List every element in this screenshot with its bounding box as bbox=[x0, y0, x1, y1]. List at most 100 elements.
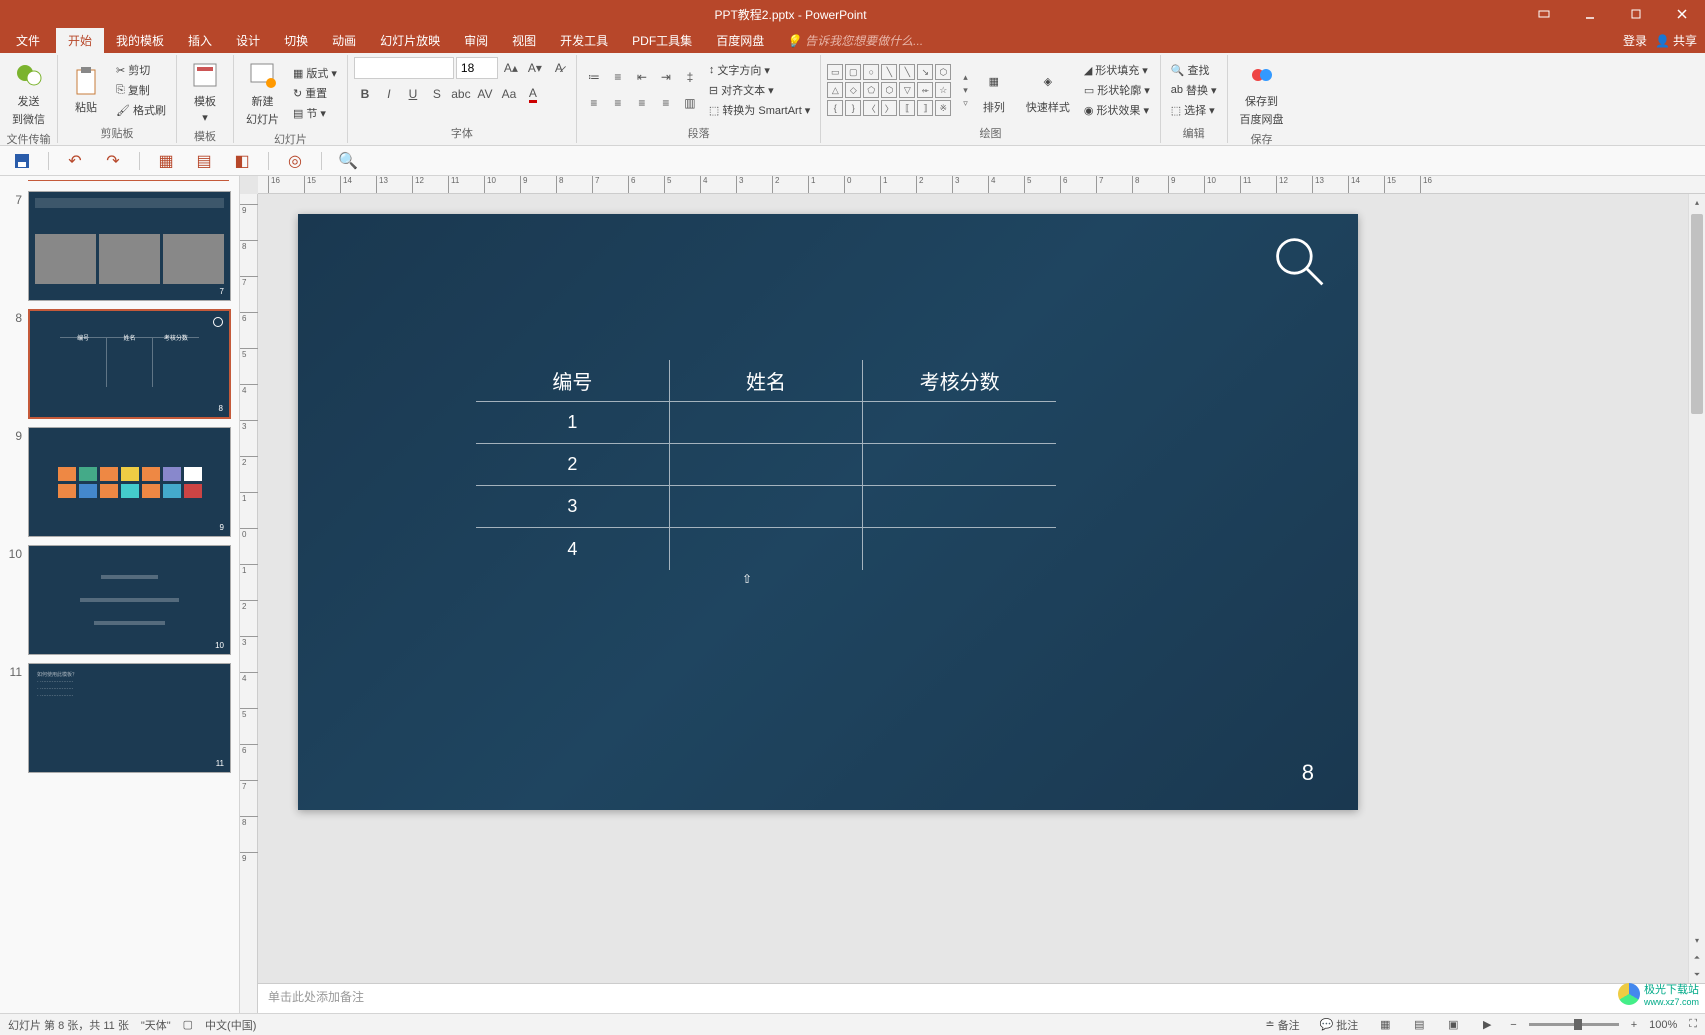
decrease-font-icon[interactable]: A▾ bbox=[524, 57, 546, 79]
font-size-input[interactable]: 18 bbox=[456, 57, 498, 79]
underline-icon[interactable]: U bbox=[402, 83, 424, 105]
redo-icon[interactable]: ↷ bbox=[101, 149, 125, 173]
zoom-out-icon[interactable]: − bbox=[1510, 1019, 1516, 1031]
bullets-icon[interactable]: ≔ bbox=[583, 66, 605, 88]
line-spacing-icon[interactable]: ‡ bbox=[679, 66, 701, 88]
language-indicator[interactable]: 中文(中国) bbox=[205, 1017, 256, 1033]
reset-button[interactable]: ↻重置 bbox=[289, 84, 341, 102]
shape-outline-button[interactable]: ▭形状轮廓▾ bbox=[1080, 81, 1154, 99]
paste-button[interactable]: 粘贴 bbox=[64, 63, 108, 117]
align-right-icon[interactable]: ≡ bbox=[631, 92, 653, 114]
sorter-view-icon[interactable]: ▤ bbox=[1408, 1016, 1430, 1034]
tab-design[interactable]: 设计 bbox=[224, 28, 272, 53]
replace-button[interactable]: ab替换▾ bbox=[1167, 81, 1221, 99]
layout-button[interactable]: ▦版式▾ bbox=[289, 64, 341, 82]
tab-file[interactable]: 文件 bbox=[0, 28, 56, 53]
slide-thumbnails-panel[interactable]: 7 7 8 编号姓名考核分数 8 9 9 10 10 11 bbox=[0, 176, 240, 1013]
qat-icon-3[interactable]: ◧ bbox=[230, 149, 254, 173]
reading-view-icon[interactable]: ▣ bbox=[1442, 1016, 1464, 1034]
thumbnail-9[interactable]: 9 9 bbox=[0, 423, 239, 541]
normal-view-icon[interactable]: ▦ bbox=[1374, 1016, 1396, 1034]
tab-review[interactable]: 审阅 bbox=[452, 28, 500, 53]
table-header-2[interactable]: 姓名 bbox=[670, 360, 864, 401]
italic-icon[interactable]: I bbox=[378, 83, 400, 105]
tell-me-search[interactable]: 💡 告诉我您想要做什么... bbox=[776, 28, 933, 53]
close-icon[interactable] bbox=[1659, 0, 1705, 28]
cut-button[interactable]: ✂剪切 bbox=[112, 61, 170, 79]
template-button[interactable]: 模板▾ bbox=[183, 57, 227, 126]
slide-table[interactable]: 编号 姓名 考核分数 1 2 3 4 bbox=[476, 360, 1056, 570]
tab-pdftools[interactable]: PDF工具集 bbox=[620, 28, 704, 53]
tab-devtools[interactable]: 开发工具 bbox=[548, 28, 620, 53]
align-left-icon[interactable]: ≡ bbox=[583, 92, 605, 114]
share-button[interactable]: 👤共享 bbox=[1655, 32, 1697, 49]
scroll-thumb[interactable] bbox=[1691, 214, 1703, 414]
new-slide-button[interactable]: 新建幻灯片 bbox=[240, 57, 285, 129]
smartart-button[interactable]: ⬚转换为 SmartArt▾ bbox=[705, 101, 814, 119]
quick-styles-button[interactable]: ◈快速样式 bbox=[1020, 63, 1076, 117]
tab-baidu[interactable]: 百度网盘 bbox=[704, 28, 776, 53]
qat-icon-4[interactable]: ◎ bbox=[283, 149, 307, 173]
align-center-icon[interactable]: ≡ bbox=[607, 92, 629, 114]
zoom-slider[interactable] bbox=[1529, 1023, 1619, 1026]
font-family-input[interactable] bbox=[354, 57, 454, 79]
ribbon-options-icon[interactable] bbox=[1521, 0, 1567, 28]
shapes-gallery[interactable]: ▭▢○╲╲↘⬡ △◇⬠⬡▽⬰☆ {}〈〉⟦⟧※ bbox=[827, 64, 955, 116]
thumbnail-11[interactable]: 11 如何使用此模板？· ····················· ·····… bbox=[0, 659, 239, 777]
save-to-baidu-button[interactable]: 保存到百度网盘 bbox=[1234, 57, 1290, 129]
slide-canvas[interactable]: 编号 姓名 考核分数 1 2 3 4 ⇧ 8 bbox=[258, 194, 1705, 983]
tab-view[interactable]: 视图 bbox=[500, 28, 548, 53]
spacing-icon[interactable]: AV bbox=[474, 83, 496, 105]
table-cell[interactable]: 3 bbox=[476, 486, 670, 527]
tab-animation[interactable]: 动画 bbox=[320, 28, 368, 53]
shape-effects-button[interactable]: ◉形状效果▾ bbox=[1080, 101, 1154, 119]
tab-mytemplate[interactable]: 我的模板 bbox=[104, 28, 176, 53]
increase-font-icon[interactable]: A▴ bbox=[500, 57, 522, 79]
columns-icon[interactable]: ▥ bbox=[679, 92, 701, 114]
text-direction-button[interactable]: ↕文字方向▾ bbox=[705, 61, 814, 79]
table-header-3[interactable]: 考核分数 bbox=[863, 360, 1056, 401]
tab-home[interactable]: 开始 bbox=[56, 28, 104, 53]
minimize-icon[interactable] bbox=[1567, 0, 1613, 28]
thumbnail-8[interactable]: 8 编号姓名考核分数 8 bbox=[0, 305, 239, 423]
thumbnail-7[interactable]: 7 7 bbox=[0, 187, 239, 305]
find-button[interactable]: 🔍查找 bbox=[1167, 61, 1221, 79]
tab-insert[interactable]: 插入 bbox=[176, 28, 224, 53]
tab-slideshow[interactable]: 幻灯片放映 bbox=[368, 28, 452, 53]
qat-icon-1[interactable]: ▦ bbox=[154, 149, 178, 173]
select-button[interactable]: ⬚选择▾ bbox=[1167, 101, 1221, 119]
justify-icon[interactable]: ≡ bbox=[655, 92, 677, 114]
section-button[interactable]: ▤节▾ bbox=[289, 104, 341, 122]
format-painter-button[interactable]: 🖌格式刷 bbox=[112, 101, 170, 119]
arrange-button[interactable]: ▦排列 bbox=[972, 63, 1016, 117]
save-icon[interactable] bbox=[10, 149, 34, 173]
align-text-button[interactable]: ⊟对齐文本▾ bbox=[705, 81, 814, 99]
thumbnail-10[interactable]: 10 10 bbox=[0, 541, 239, 659]
table-cell[interactable]: 1 bbox=[476, 402, 670, 443]
spell-check-icon[interactable]: ▢ bbox=[183, 1018, 193, 1031]
zoom-level[interactable]: 100% bbox=[1649, 1019, 1677, 1031]
slideshow-view-icon[interactable]: ▶ bbox=[1476, 1016, 1498, 1034]
clear-format-icon[interactable]: A̷ bbox=[548, 57, 570, 79]
strike-icon[interactable]: S bbox=[426, 83, 448, 105]
comments-toggle[interactable]: 💬批注 bbox=[1316, 1017, 1363, 1033]
prev-slide-icon[interactable]: ⏶ bbox=[1689, 949, 1705, 966]
scroll-down-icon[interactable]: ▾ bbox=[1689, 932, 1705, 949]
notes-toggle[interactable]: ≐备注 bbox=[1261, 1017, 1303, 1033]
shape-fill-button[interactable]: ◢形状填充▾ bbox=[1080, 61, 1154, 79]
undo-icon[interactable]: ↶ bbox=[63, 149, 87, 173]
shadow-icon[interactable]: abc bbox=[450, 83, 472, 105]
font-color-icon[interactable]: A bbox=[522, 83, 544, 105]
table-header-1[interactable]: 编号 bbox=[476, 360, 670, 401]
fit-window-icon[interactable]: ⛶ bbox=[1689, 1018, 1697, 1031]
numbering-icon[interactable]: ≡ bbox=[607, 66, 629, 88]
login-button[interactable]: 登录 bbox=[1623, 32, 1647, 49]
tab-transition[interactable]: 切换 bbox=[272, 28, 320, 53]
maximize-icon[interactable] bbox=[1613, 0, 1659, 28]
zoom-in-icon[interactable]: + bbox=[1631, 1019, 1637, 1031]
copy-button[interactable]: ⎘复制 bbox=[112, 81, 170, 99]
notes-pane[interactable]: 单击此处添加备注 bbox=[258, 983, 1705, 1013]
table-cell[interactable]: 4 bbox=[476, 528, 670, 570]
qat-icon-2[interactable]: ▤ bbox=[192, 149, 216, 173]
current-slide[interactable]: 编号 姓名 考核分数 1 2 3 4 ⇧ 8 bbox=[298, 214, 1358, 810]
